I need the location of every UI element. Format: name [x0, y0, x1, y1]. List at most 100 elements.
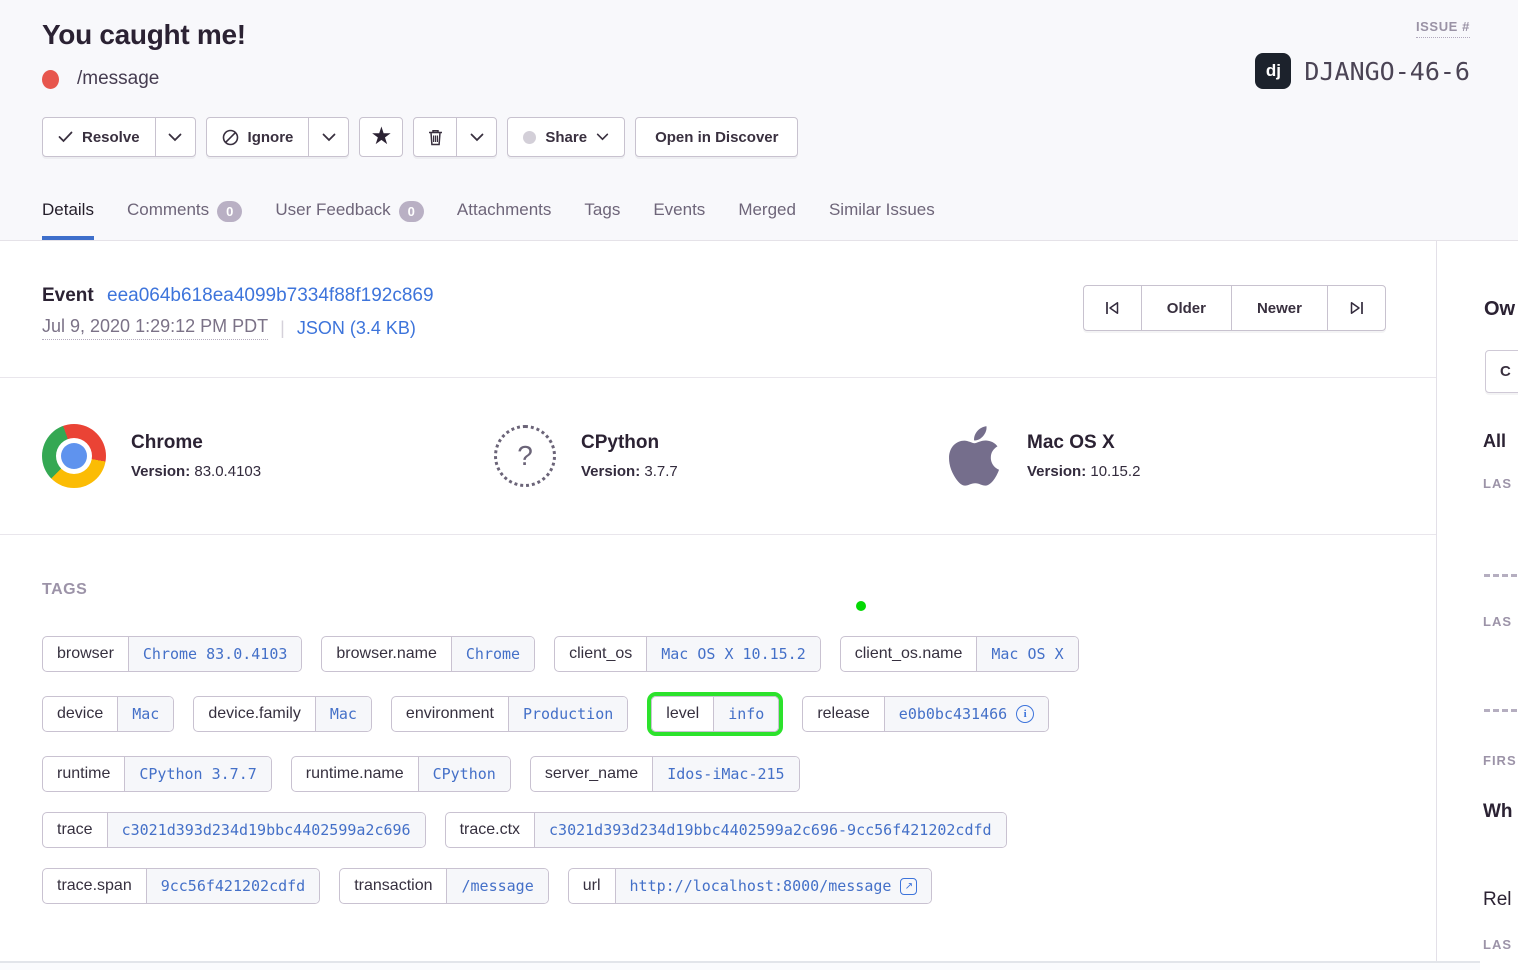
tag-row: tracec3021d393d234d19bbc4402599a2c696 tr… — [42, 812, 1394, 848]
tag-pill-level[interactable]: levelinfo — [651, 696, 779, 732]
tags-section: TAGS browserChrome 83.0.4103 browser.nam… — [0, 535, 1436, 904]
comments-count-badge: 0 — [217, 201, 242, 222]
event-id-row: Event eea064b618ea4099b7334f88f192c869 — [42, 285, 434, 307]
chevron-down-icon — [470, 133, 484, 142]
tag-key: transaction — [340, 869, 446, 903]
tag-value[interactable]: http://localhost:8000/message↗ — [615, 869, 932, 903]
resolve-button[interactable]: Resolve — [42, 117, 156, 157]
tab-comments[interactable]: Comments0 — [127, 197, 242, 240]
tag-pill-client-os-name[interactable]: client_os.nameMac OS X — [840, 636, 1079, 672]
release-info-icon[interactable]: i — [1016, 705, 1034, 723]
sidebar-last-seen-label-2: LAS — [1483, 614, 1512, 629]
tag-value[interactable]: Chrome — [451, 637, 534, 671]
runtime-context-text: CPython Version: 3.7.7 — [581, 432, 678, 480]
chevron-down-icon — [322, 133, 336, 142]
tag-value[interactable]: info — [713, 697, 778, 731]
browser-context-text: Chrome Version: 83.0.4103 — [131, 432, 261, 480]
resolve-button-label: Resolve — [82, 129, 140, 146]
sidebar-last-seen-label: LAS — [1483, 476, 1512, 491]
older-event-button[interactable]: Older — [1141, 285, 1232, 331]
latest-event-button[interactable] — [1327, 285, 1386, 331]
tag-pill-server-name[interactable]: server_nameIdos-iMac-215 — [530, 756, 800, 792]
tag-key: trace.ctx — [446, 813, 534, 847]
tag-value[interactable]: c3021d393d234d19bbc4402599a2c696 — [107, 813, 425, 847]
tab-similar-issues[interactable]: Similar Issues — [829, 197, 935, 240]
tag-pill-client-os[interactable]: client_osMac OS X 10.15.2 — [554, 636, 821, 672]
tag-pill-browser[interactable]: browserChrome 83.0.4103 — [42, 636, 302, 672]
check-icon — [58, 131, 73, 143]
project-django-icon: dj — [1255, 53, 1291, 89]
tag-pill-release[interactable]: releasee0b0bc431466i — [802, 696, 1049, 732]
tag-value[interactable]: Mac OS X — [976, 637, 1077, 671]
event-timestamp: Jul 9, 2020 1:29:12 PM PDT — [42, 316, 268, 340]
event-json-link[interactable]: JSON (3.4 KB) — [297, 318, 416, 339]
tag-value[interactable]: Mac OS X 10.15.2 — [646, 637, 820, 671]
event-id-link[interactable]: eea064b618ea4099b7334f88f192c869 — [107, 285, 434, 306]
share-button[interactable]: Share — [507, 117, 625, 157]
trash-icon — [428, 129, 443, 146]
tag-pill-runtime[interactable]: runtimeCPython 3.7.7 — [42, 756, 272, 792]
ignore-dropdown-button[interactable] — [308, 117, 349, 157]
tag-key: client_os — [555, 637, 646, 671]
culprit-row: /message — [42, 64, 798, 94]
tag-value[interactable]: Mac — [315, 697, 371, 731]
tab-merged[interactable]: Merged — [738, 197, 796, 240]
tag-pill-trace-span[interactable]: trace.span9cc56f421202cdfd — [42, 868, 320, 904]
tag-value[interactable]: CPython — [418, 757, 510, 791]
tag-value[interactable]: Production — [508, 697, 627, 731]
tab-label: Attachments — [457, 200, 552, 220]
ignore-button-group: Ignore — [206, 117, 350, 157]
tab-attachments[interactable]: Attachments — [457, 197, 552, 240]
tab-details[interactable]: Details — [42, 197, 94, 240]
tag-pill-runtime-name[interactable]: runtime.nameCPython — [291, 756, 511, 792]
tag-key: client_os.name — [841, 637, 977, 671]
external-link-icon[interactable]: ↗ — [900, 878, 917, 895]
sidebar-all-label: All — [1483, 431, 1506, 452]
star-icon: ★ — [372, 127, 391, 147]
tag-value[interactable]: /message — [446, 869, 547, 903]
tag-value[interactable]: Chrome 83.0.4103 — [128, 637, 302, 671]
tag-key: device — [43, 697, 117, 731]
skip-to-first-icon — [1103, 301, 1121, 315]
meta-divider: | — [280, 318, 285, 339]
tag-pill-transaction[interactable]: transaction/message — [339, 868, 549, 904]
tab-user-feedback[interactable]: User Feedback0 — [275, 197, 424, 240]
tag-key: browser — [43, 637, 128, 671]
sidebar-button[interactable]: C — [1485, 350, 1518, 393]
tag-value[interactable]: e0b0bc431466i — [884, 697, 1048, 731]
tag-value[interactable]: 9cc56f421202cdfd — [146, 869, 320, 903]
tag-pill-device[interactable]: deviceMac — [42, 696, 174, 732]
delete-dropdown-button[interactable] — [456, 117, 497, 157]
level-tag-highlight-box: levelinfo — [647, 692, 783, 736]
delete-button[interactable] — [413, 117, 457, 157]
tag-value[interactable]: c3021d393d234d19bbc4402599a2c696-9cc56f4… — [534, 813, 1006, 847]
chevron-down-icon — [596, 133, 609, 141]
page-title: You caught me! — [42, 16, 798, 54]
tag-value[interactable]: Idos-iMac-215 — [652, 757, 798, 791]
bookmark-star-button[interactable]: ★ — [359, 117, 403, 157]
tag-pill-url[interactable]: urlhttp://localhost:8000/message↗ — [568, 868, 933, 904]
issue-header-left: You caught me! /message Resolve — [42, 16, 798, 197]
sidebar-text-fragment: Wh — [1483, 801, 1513, 823]
event-pagination: Older Newer — [1083, 285, 1386, 331]
resolve-dropdown-button[interactable] — [155, 117, 196, 157]
tab-tags[interactable]: Tags — [584, 197, 620, 240]
lower-area: Event eea064b618ea4099b7334f88f192c869 J… — [0, 241, 1518, 970]
ignore-button[interactable]: Ignore — [206, 117, 310, 157]
tag-pill-environment[interactable]: environmentProduction — [391, 696, 628, 732]
browser-context: Chrome Version: 83.0.4103 — [42, 424, 494, 488]
tab-events[interactable]: Events — [653, 197, 705, 240]
oldest-event-button[interactable] — [1083, 285, 1142, 331]
newer-event-button[interactable]: Newer — [1231, 285, 1328, 331]
tag-value[interactable]: CPython 3.7.7 — [124, 757, 270, 791]
tag-pill-trace-ctx[interactable]: trace.ctxc3021d393d234d19bbc4402599a2c69… — [445, 812, 1007, 848]
tag-pill-device-family[interactable]: device.familyMac — [193, 696, 372, 732]
tag-value[interactable]: Mac — [117, 697, 173, 731]
event-meta-row: Jul 9, 2020 1:29:12 PM PDT | JSON (3.4 K… — [42, 316, 434, 340]
tag-key: device.family — [194, 697, 314, 731]
tag-pill-browser-name[interactable]: browser.nameChrome — [321, 636, 535, 672]
tag-pill-trace[interactable]: tracec3021d393d234d19bbc4402599a2c696 — [42, 812, 426, 848]
open-in-discover-button[interactable]: Open in Discover — [635, 117, 798, 157]
issue-header: You caught me! /message Resolve — [0, 0, 1518, 197]
short-id-row: dj DJANGO-46-6 — [1255, 53, 1470, 89]
